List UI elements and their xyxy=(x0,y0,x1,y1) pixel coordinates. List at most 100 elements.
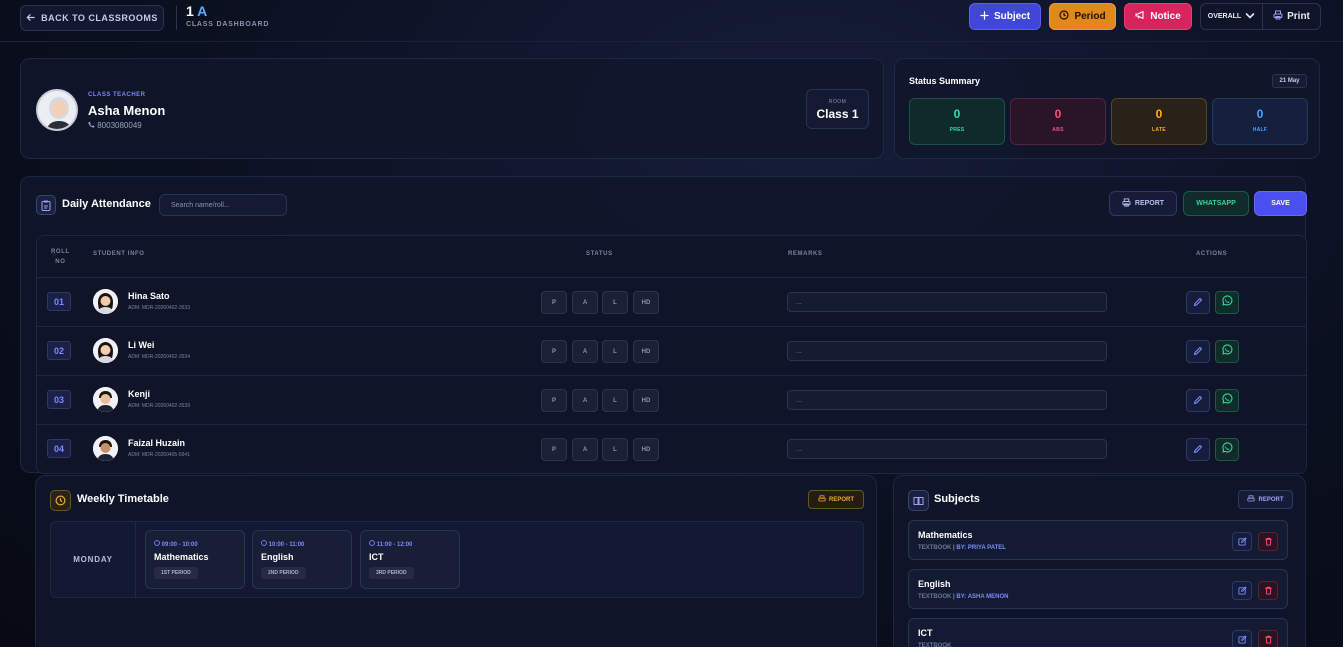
delete-subject-button[interactable] xyxy=(1258,581,1278,600)
weekly-timetable-card: Weekly Timetable REPORT MONDAY 09:00 - 1… xyxy=(35,475,877,647)
report-label: REPORT xyxy=(1134,200,1165,207)
period-label: Period xyxy=(1074,11,1106,22)
edit-student-button[interactable] xyxy=(1186,340,1210,363)
save-attendance-button[interactable]: SAVE xyxy=(1254,191,1307,216)
half-day-label: HALF xyxy=(1252,127,1268,133)
subject-item: Mathematics TEXTBOOK | BY: PRIYA PATEL xyxy=(908,520,1288,560)
admission-number: ADM: MDR-20260405-5941 xyxy=(128,452,190,458)
subjects-title: Subjects xyxy=(934,493,980,505)
student-name: Kenji xyxy=(128,389,151,399)
remarks-input[interactable]: ... xyxy=(787,390,1107,410)
edit-student-button[interactable] xyxy=(1186,291,1210,314)
period-card[interactable]: 09:00 - 10:00 Mathematics 1ST PERIOD xyxy=(145,530,245,589)
roll-header-line2: NO xyxy=(55,259,66,265)
add-notice-button[interactable]: Notice xyxy=(1124,3,1192,30)
class-title: 1 A xyxy=(186,3,207,19)
teacher-role-label: CLASS TEACHER xyxy=(88,92,146,98)
timetable-title: Weekly Timetable xyxy=(77,493,169,505)
print-label: Print xyxy=(1287,11,1310,22)
timetable-report-button[interactable]: REPORT xyxy=(808,490,864,509)
teacher-name: Asha Menon xyxy=(88,103,166,118)
whatsapp-student-button[interactable] xyxy=(1215,340,1239,363)
attendance-report-button[interactable]: REPORT xyxy=(1109,191,1177,216)
table-row: 03 Kenji ADM: MDR-20260402-3539 P A L HD ..… xyxy=(37,375,1306,424)
subject-type: TEXTBOOK xyxy=(918,643,952,647)
present-count: 0 xyxy=(953,107,961,121)
status-p-button[interactable]: P xyxy=(541,389,567,412)
status-hd-button[interactable]: HD xyxy=(633,389,659,412)
status-p-button[interactable]: P xyxy=(541,438,567,461)
absent-label: ABS xyxy=(1052,127,1064,133)
status-p-button[interactable]: P xyxy=(541,291,567,314)
edit-subject-button[interactable] xyxy=(1232,630,1252,647)
whatsapp-icon xyxy=(1221,294,1233,312)
status-l-button[interactable]: L xyxy=(602,291,628,314)
roll-number: 02 xyxy=(47,341,71,360)
status-a-button[interactable]: A xyxy=(572,389,598,412)
status-hd-button[interactable]: HD xyxy=(633,438,659,461)
status-a-button[interactable]: A xyxy=(572,291,598,314)
table-row: 04 Faizal Huzain ADM: MDR-20260405-5941 … xyxy=(37,424,1306,473)
whatsapp-send-button[interactable]: WHATSAPP xyxy=(1183,191,1249,216)
clock-icon xyxy=(261,540,267,548)
report-label: REPORT xyxy=(1258,496,1284,503)
status-a-button[interactable]: A xyxy=(572,438,598,461)
status-l-button[interactable]: L xyxy=(602,389,628,412)
class-section: A xyxy=(197,3,208,19)
notice-label: Notice xyxy=(1150,11,1181,22)
scope-select[interactable]: OVERALL xyxy=(1201,4,1263,29)
class-subtitle: CLASS DASHBOARD xyxy=(186,21,270,28)
report-label: REPORT xyxy=(828,496,854,503)
remarks-input[interactable]: ... xyxy=(787,439,1107,459)
period-time-text: 10:00 - 11:00 xyxy=(268,542,305,548)
delete-subject-button[interactable] xyxy=(1258,532,1278,551)
scope-select-value: OVERALL xyxy=(1207,13,1242,20)
period-card[interactable]: 11:00 - 12:00 ICT 3RD PERIOD xyxy=(360,530,460,589)
clock-icon xyxy=(369,540,375,548)
whatsapp-student-button[interactable] xyxy=(1215,291,1239,314)
status-hd-button[interactable]: HD xyxy=(633,291,659,314)
attendance-title: Daily Attendance xyxy=(62,198,151,210)
room-label: ROOM xyxy=(828,99,847,105)
subjects-report-button[interactable]: REPORT xyxy=(1238,490,1293,509)
trash-icon xyxy=(1264,582,1273,600)
status-a-button[interactable]: A xyxy=(572,340,598,363)
add-subject-button[interactable]: Subject xyxy=(969,3,1041,30)
print-button[interactable]: Print xyxy=(1263,10,1320,23)
whatsapp-student-button[interactable] xyxy=(1215,389,1239,412)
subject-meta: TEXTBOOK | BY: PRIYA PATEL xyxy=(918,545,1006,551)
room-value: Class 1 xyxy=(816,107,859,121)
delete-subject-button[interactable] xyxy=(1258,630,1278,647)
pencil-icon xyxy=(1193,441,1203,459)
whatsapp-student-button[interactable] xyxy=(1215,438,1239,461)
edit-student-button[interactable] xyxy=(1186,438,1210,461)
period-time-text: 11:00 - 12:00 xyxy=(376,542,413,548)
edit-subject-button[interactable] xyxy=(1232,581,1252,600)
status-l-button[interactable]: L xyxy=(602,438,628,461)
student-search-input[interactable]: Search name/roll... xyxy=(159,194,287,216)
subject-meta: TEXTBOOK | BY: ASHA MENON xyxy=(918,594,1008,600)
subject-label: Subject xyxy=(993,11,1031,22)
remarks-input[interactable]: ... xyxy=(787,292,1107,312)
column-header-remarks: REMARKS xyxy=(788,251,823,257)
status-p-button[interactable]: P xyxy=(541,340,567,363)
period-time: 09:00 - 10:00 xyxy=(154,540,198,548)
remarks-input[interactable]: ... xyxy=(787,341,1107,361)
edit-subject-button[interactable] xyxy=(1232,532,1252,551)
status-hd-button[interactable]: HD xyxy=(633,340,659,363)
add-period-button[interactable]: Period xyxy=(1049,3,1116,30)
subject-type: TEXTBOOK xyxy=(918,594,952,600)
table-row: 01 Hina Sato ADM: MDR-20260402-3533 PALH… xyxy=(37,277,1306,326)
status-l-button[interactable]: L xyxy=(602,340,628,363)
edit-icon xyxy=(1237,582,1247,600)
scope-print-group: OVERALL Print xyxy=(1200,3,1321,30)
late-label: LATE xyxy=(1152,127,1166,133)
back-to-classrooms-button[interactable]: BACK TO CLASSROOMS xyxy=(20,5,164,31)
table-row: 02 Li Wei ADM: MDR-20260402-3534 P A L HD .… xyxy=(37,326,1306,375)
period-card[interactable]: 10:00 - 11:00 English 2ND PERIOD xyxy=(252,530,352,589)
half-day-count: 0 xyxy=(1256,107,1264,121)
edit-student-button[interactable] xyxy=(1186,389,1210,412)
printer-icon xyxy=(1247,494,1256,505)
roll-number: 03 xyxy=(47,390,71,409)
top-bar: BACK TO CLASSROOMS 1 A CLASS DASHBOARD S… xyxy=(0,0,1343,42)
